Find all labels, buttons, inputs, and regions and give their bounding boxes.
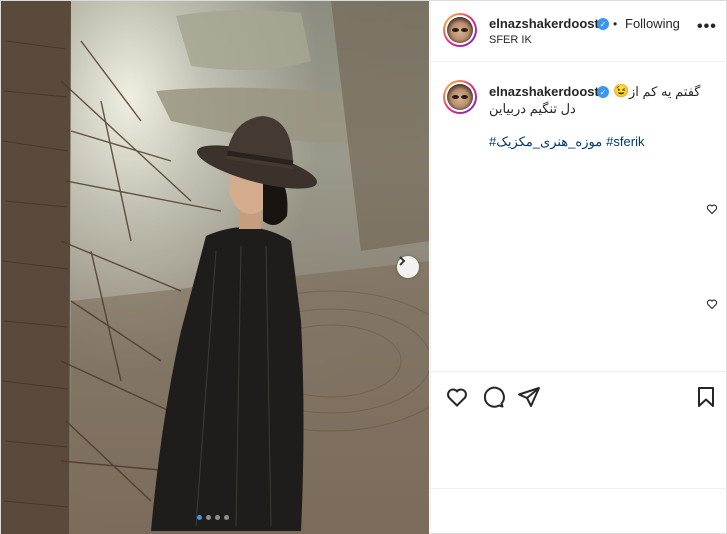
small-heart-icon[interactable]: [706, 203, 718, 215]
carousel-dot-2: [206, 515, 211, 520]
post-photo[interactable]: [1, 1, 429, 534]
caption-username[interactable]: elnazshakerdoost: [489, 84, 599, 99]
actions-divider: [431, 488, 727, 489]
small-heart-icon[interactable]: [706, 298, 718, 310]
carousel-dot-4: [224, 515, 229, 520]
caption-avatar[interactable]: [443, 80, 477, 114]
comment-icon[interactable]: [481, 385, 505, 409]
caption-emoji: 😉: [613, 83, 630, 98]
like-icon[interactable]: [445, 385, 469, 409]
save-icon[interactable]: [694, 385, 718, 409]
separator-dot: •: [613, 17, 618, 31]
carousel-dot-1: [197, 515, 202, 520]
more-options-icon[interactable]: •••: [697, 18, 717, 36]
post-location[interactable]: SFER IK: [489, 34, 532, 46]
hashtag-link[interactable]: #sferik: [606, 134, 644, 149]
post-frame: elnazshakerdoost ✓ • Following SFER IK •…: [0, 0, 727, 534]
verified-badge-icon: ✓: [597, 18, 609, 30]
caption-line-2: دل تنگیم دربیاین: [489, 101, 576, 116]
caption-hashtags: #موزه_هنری_مکزیک #sferik: [489, 134, 648, 150]
post-header: elnazshakerdoost ✓ • Following SFER IK •…: [431, 1, 727, 62]
hashtag-link[interactable]: #موزه_هنری_مکزیک: [489, 134, 602, 149]
author-username[interactable]: elnazshakerdoost: [489, 16, 599, 31]
post-side-panel: elnazshakerdoost ✓ • Following SFER IK •…: [430, 1, 727, 534]
post-actions-bar: [431, 371, 727, 421]
next-arrow-icon: [399, 256, 406, 266]
following-button[interactable]: Following: [625, 16, 680, 31]
share-icon[interactable]: [517, 385, 541, 409]
carousel-indicator: [197, 515, 229, 520]
photo-scene: [1, 1, 429, 534]
carousel-next-button[interactable]: [397, 256, 419, 278]
author-avatar[interactable]: [443, 13, 477, 47]
carousel-dot-3: [215, 515, 220, 520]
caption-line-1: گفتم یه کم از: [629, 84, 701, 99]
caption-verified-badge-icon: ✓: [597, 86, 609, 98]
